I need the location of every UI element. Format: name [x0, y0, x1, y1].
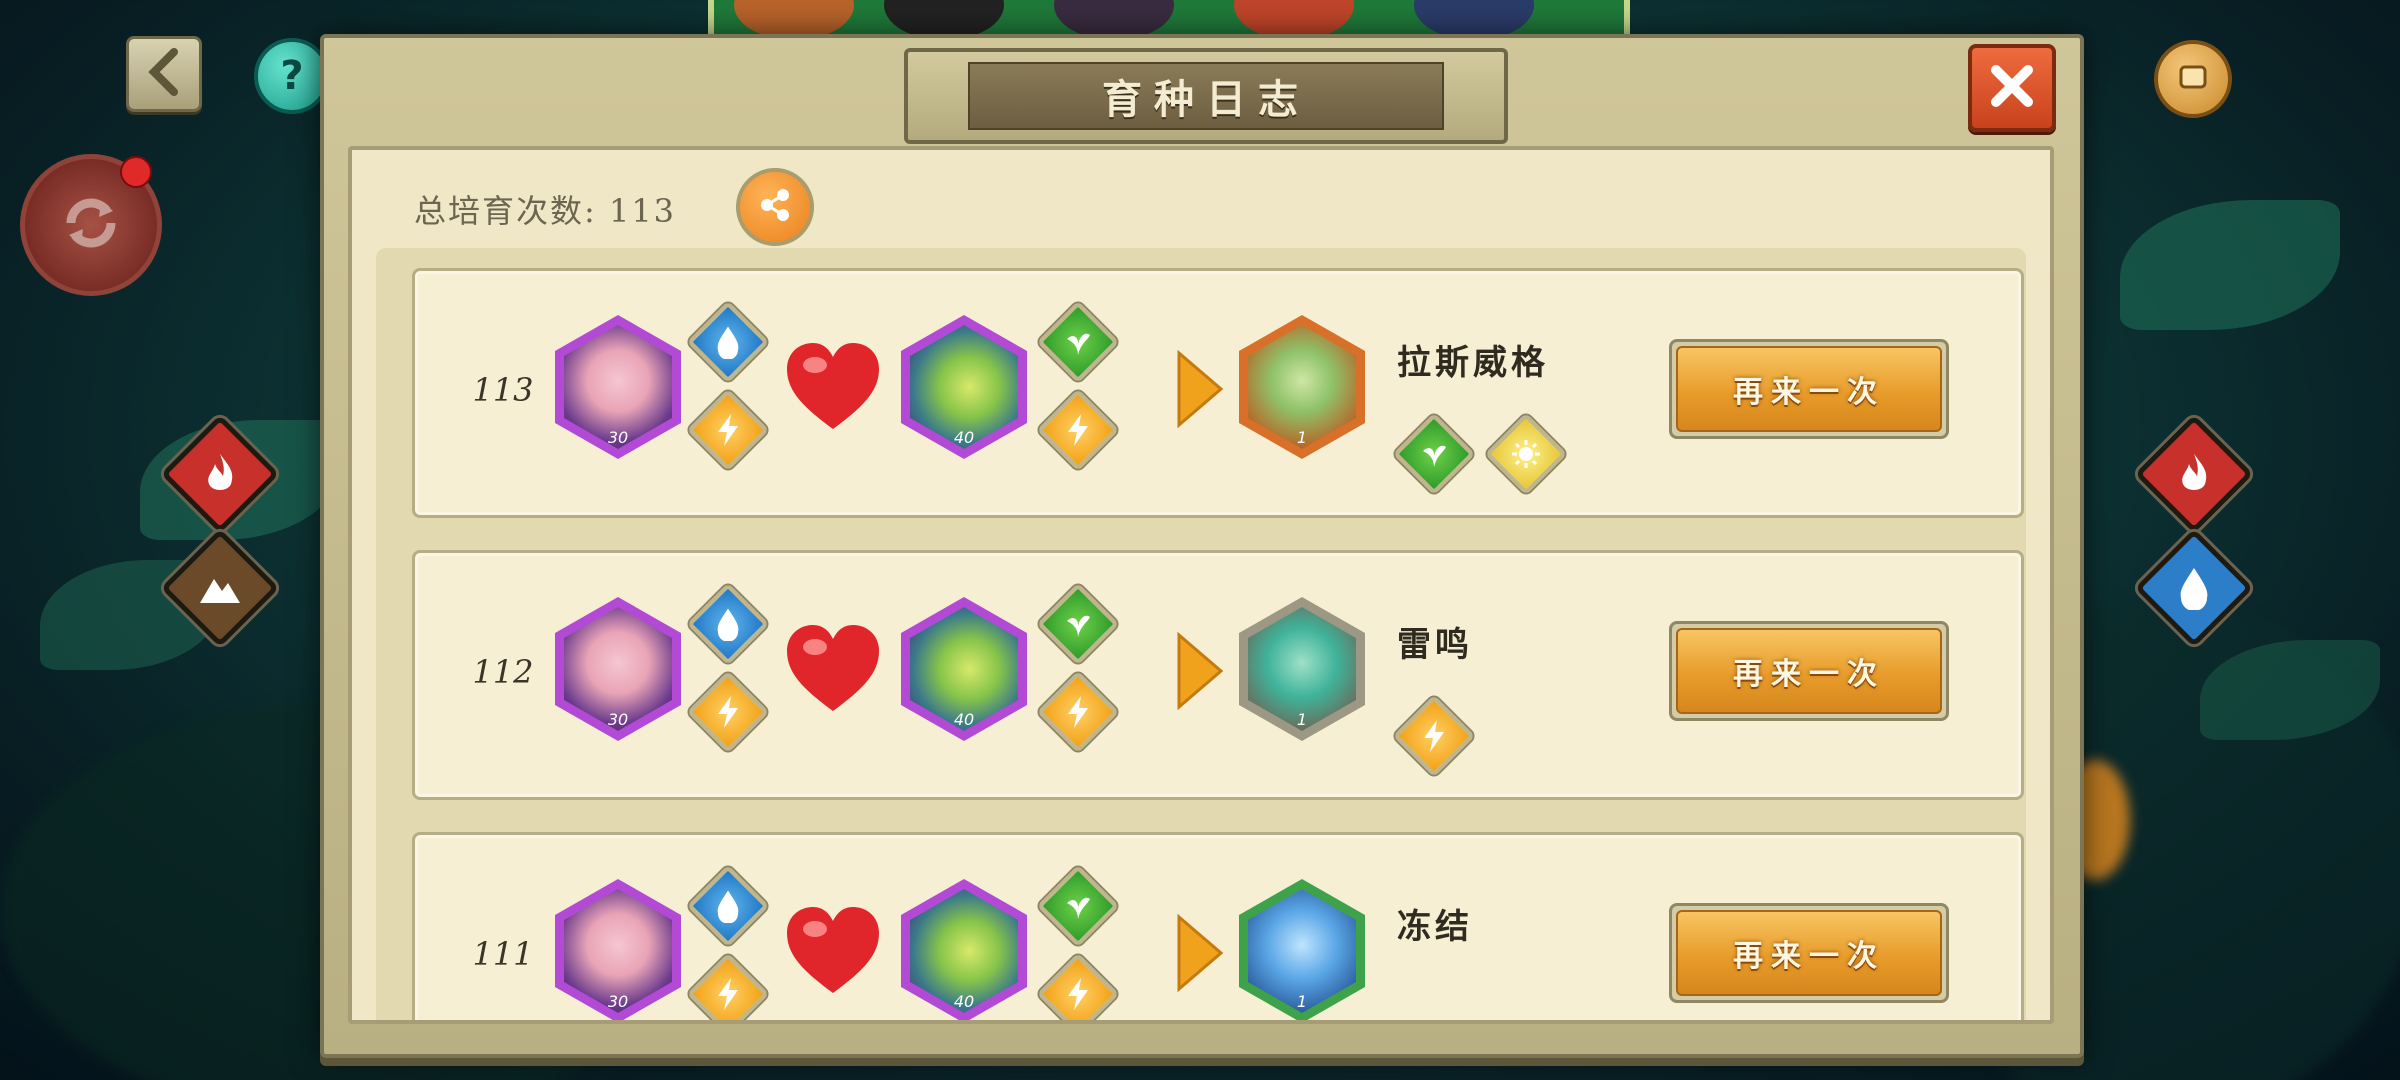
element-badge: [686, 388, 770, 472]
water-icon: [714, 889, 742, 923]
chevron-left-icon: [146, 48, 182, 100]
light-icon: [1510, 438, 1542, 470]
thunder-icon: [1065, 977, 1091, 1011]
breed-again-label: 再来一次: [1676, 910, 1942, 996]
child-portrait[interactable]: 1: [1239, 597, 1365, 741]
level-label: 30: [607, 992, 629, 1011]
share-button[interactable]: [736, 168, 814, 246]
record-index: 112: [472, 653, 534, 691]
breed-again-button[interactable]: 再来一次: [1669, 339, 1949, 439]
element-badge: [686, 952, 770, 1020]
element-badge: [1036, 952, 1120, 1020]
element-badge: [1392, 412, 1476, 496]
close-button[interactable]: [1968, 44, 2056, 132]
element-badge: [686, 300, 770, 384]
breeding-log-panel: 育种日志 总培育次数: 113 113 30 40 1 拉斯威格 再来一次 112 30 40 1…: [320, 34, 2084, 1058]
water-icon: [714, 607, 742, 641]
thunder-icon: [715, 695, 741, 729]
plant-icon: [1419, 439, 1449, 469]
water-icon: [714, 325, 742, 359]
plant-icon: [1063, 891, 1093, 921]
question-icon: ?: [280, 53, 304, 99]
breeding-record: 111 30 40 1 冻结 再来一次: [412, 832, 2024, 1020]
thunder-icon: [1421, 719, 1447, 753]
heart-icon: [783, 339, 883, 435]
element-badge: [1036, 388, 1120, 472]
element-badge: [686, 582, 770, 666]
parent2-portrait[interactable]: 40: [901, 597, 1027, 741]
child-name: 雷鸣: [1397, 625, 1473, 665]
refresh-icon: [51, 183, 131, 267]
thunder-icon: [1065, 695, 1091, 729]
back-button[interactable]: [126, 36, 202, 112]
thunder-icon: [715, 413, 741, 447]
fire-filter-button-right[interactable]: [2134, 414, 2254, 534]
close-icon: [1988, 62, 2036, 114]
child-portrait[interactable]: 1: [1239, 879, 1365, 1020]
coin-button[interactable]: [2154, 40, 2232, 118]
plant-icon: [1063, 609, 1093, 639]
element-badge: [1036, 670, 1120, 754]
level-label: 1: [1296, 428, 1308, 447]
parent2-portrait[interactable]: 40: [901, 879, 1027, 1020]
element-badge: [1036, 300, 1120, 384]
element-badge: [1392, 694, 1476, 778]
child-portrait[interactable]: 1: [1239, 315, 1365, 459]
thunder-icon: [715, 977, 741, 1011]
level-label: 1: [1296, 992, 1308, 1011]
element-badge: [1036, 582, 1120, 666]
heart-icon: [783, 903, 883, 999]
record-list[interactable]: 113 30 40 1 拉斯威格 再来一次 112 30 40 1 雷鸣 再来一次 111 30 40 1 冻结…: [376, 248, 2026, 1020]
breed-again-label: 再来一次: [1676, 628, 1942, 714]
help-button[interactable]: ?: [254, 38, 330, 114]
panel-title: 育种日志: [1102, 77, 1310, 123]
record-index: 113: [472, 371, 534, 409]
result-arrow-icon: [1175, 913, 1225, 993]
level-label: 40: [953, 992, 975, 1011]
total-breed-count: 总培育次数: 113: [414, 192, 677, 230]
record-index: 111: [472, 935, 534, 973]
dragon-strip: [708, 0, 1630, 40]
breed-again-label: 再来一次: [1676, 346, 1942, 432]
breeding-record: 112 30 40 1 雷鸣 再来一次: [412, 550, 2024, 800]
child-name: 冻结: [1397, 907, 1473, 947]
log-content: 总培育次数: 113 113 30 40 1 拉斯威格 再来一次 112 30 40 1 雷鸣 再来一…: [348, 146, 2054, 1024]
result-arrow-icon: [1175, 349, 1225, 429]
mountain-icon: [198, 571, 242, 605]
level-label: 40: [953, 428, 975, 447]
scroll-icon: [2173, 57, 2213, 101]
breeding-record: 113 30 40 1 拉斯威格 再来一次: [412, 268, 2024, 518]
element-badge: [1484, 412, 1568, 496]
level-label: 30: [607, 710, 629, 729]
result-arrow-icon: [1175, 631, 1225, 711]
element-badge: [1036, 864, 1120, 948]
element-badge: [686, 864, 770, 948]
breed-again-button[interactable]: 再来一次: [1669, 903, 1949, 1003]
title-plate: 育种日志: [904, 48, 1508, 144]
heart-icon: [783, 621, 883, 717]
parent1-portrait[interactable]: 30: [555, 315, 681, 459]
water-icon: [2177, 566, 2211, 610]
level-label: 40: [953, 710, 975, 729]
fire-icon: [2175, 452, 2213, 496]
share-icon: [755, 185, 795, 229]
fire-icon: [201, 452, 239, 496]
plant-icon: [1063, 327, 1093, 357]
level-label: 1: [1296, 710, 1308, 729]
breed-again-button[interactable]: 再来一次: [1669, 621, 1949, 721]
parent2-portrait[interactable]: 40: [901, 315, 1027, 459]
parent1-portrait[interactable]: 30: [555, 879, 681, 1020]
level-label: 30: [607, 428, 629, 447]
thunder-icon: [1065, 413, 1091, 447]
element-badge: [686, 670, 770, 754]
child-name: 拉斯威格: [1397, 343, 1549, 383]
notification-dot: [120, 156, 152, 188]
parent1-portrait[interactable]: 30: [555, 597, 681, 741]
